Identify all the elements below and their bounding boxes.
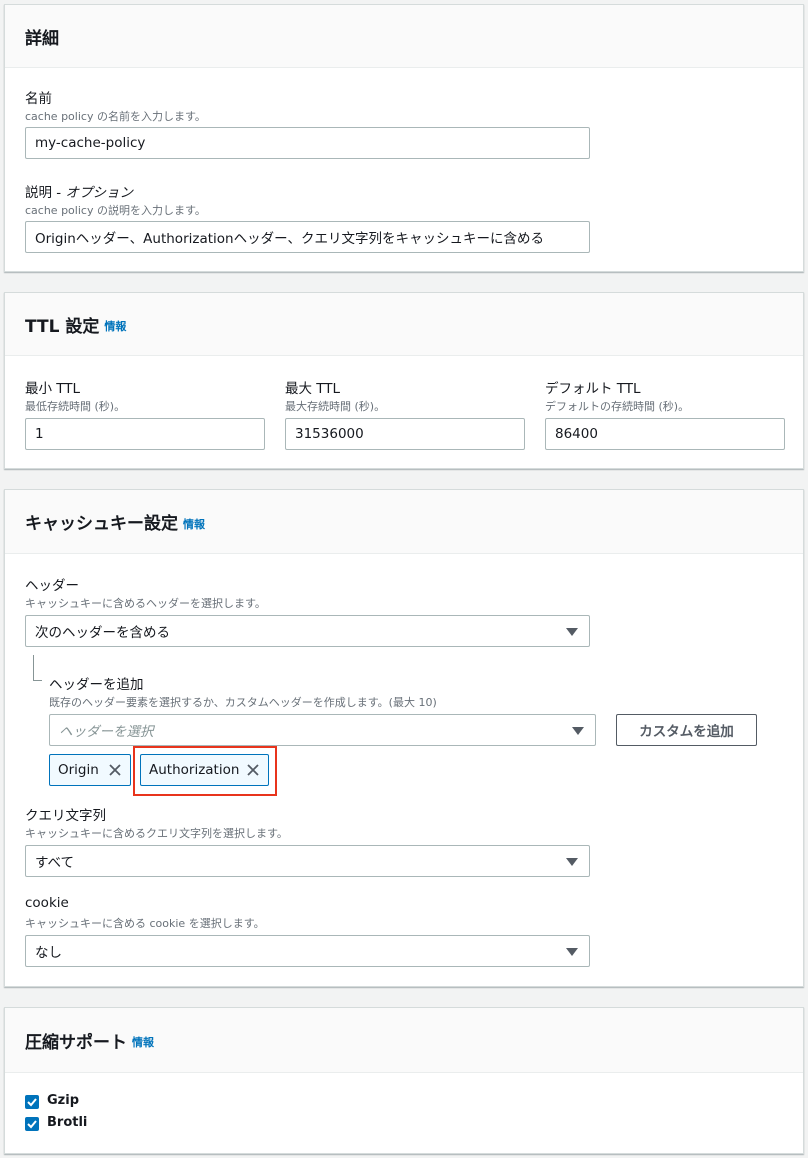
default-ttl-value: 86400 <box>555 426 598 442</box>
description-label-main: 説明 - <box>25 185 66 201</box>
compression-info-link[interactable]: 情報 <box>132 1034 154 1050</box>
name-description: cache policy の名前を入力します。 <box>25 110 206 123</box>
headers-label: ヘッダー <box>25 578 79 594</box>
cookie-select[interactable]: なし <box>25 935 590 967</box>
checkmark-icon <box>27 1120 37 1129</box>
compression-title: 圧縮サポート <box>25 1032 127 1053</box>
description-input[interactable]: Originヘッダー、Authorizationヘッダー、クエリ文字列をキャッシ… <box>25 221 590 253</box>
brotli-checkbox[interactable] <box>25 1117 39 1131</box>
query-string-label: クエリ文字列 <box>25 808 106 824</box>
tree-connector-horizontal <box>33 680 42 681</box>
query-string-value: すべて <box>35 855 75 871</box>
max-ttl-label: 最大 TTL <box>285 381 341 397</box>
description-label-optional: オプション <box>65 185 133 201</box>
brotli-label: Brotli <box>47 1115 88 1130</box>
details-title: 詳細 <box>25 28 59 49</box>
add-custom-button[interactable]: カスタムを追加 <box>616 714 757 746</box>
ttl-panel: TTL 設定 情報 最小 TTL 最低存続時間 (秒)。 1 最大 TTL 最大… <box>4 292 804 469</box>
cache-key-panel: キャッシュキー設定 情報 ヘッダー キャッシュキーに含めるヘッダーを選択します。… <box>4 489 804 987</box>
cookie-label: cookie <box>25 895 69 911</box>
max-ttl-description: 最大存続時間 (秒)。 <box>285 400 386 413</box>
checkmark-icon <box>27 1098 37 1107</box>
chevron-down-icon <box>566 948 578 956</box>
close-icon[interactable] <box>108 763 122 777</box>
header-token-label: Origin <box>58 762 99 778</box>
tree-connector-vertical <box>33 655 34 680</box>
details-panel: 詳細 名前 cache policy の名前を入力します。 my-cache-p… <box>4 4 804 272</box>
default-ttl-label: デフォルト TTL <box>545 381 641 397</box>
description-input-value: Originヘッダー、Authorizationヘッダー、クエリ文字列をキャッシ… <box>35 231 544 247</box>
header-token-origin: Origin <box>49 754 131 786</box>
details-header: 詳細 <box>5 5 803 68</box>
query-string-select[interactable]: すべて <box>25 845 590 877</box>
query-string-description: キャッシュキーに含めるクエリ文字列を選択します。 <box>25 827 288 840</box>
max-ttl-value: 31536000 <box>295 426 364 442</box>
min-ttl-input[interactable]: 1 <box>25 418 265 450</box>
min-ttl-description: 最低存続時間 (秒)。 <box>25 400 126 413</box>
ttl-info-link[interactable]: 情報 <box>104 318 126 334</box>
name-input[interactable]: my-cache-policy <box>25 127 590 159</box>
name-input-value: my-cache-policy <box>35 135 146 151</box>
cache-key-header: キャッシュキー設定 情報 <box>5 490 803 554</box>
default-ttl-description: デフォルトの存続時間 (秒)。 <box>545 400 690 413</box>
chevron-down-icon <box>566 628 578 636</box>
add-header-label: ヘッダーを追加 <box>49 677 144 693</box>
gzip-checkbox[interactable] <box>25 1095 39 1109</box>
compression-header: 圧縮サポート 情報 <box>5 1008 803 1073</box>
name-label: 名前 <box>25 91 52 107</box>
chevron-down-icon <box>566 858 578 866</box>
max-ttl-input[interactable]: 31536000 <box>285 418 525 450</box>
chevron-down-icon <box>572 727 584 735</box>
gzip-label: Gzip <box>47 1093 79 1108</box>
headers-select[interactable]: 次のヘッダーを含める <box>25 615 590 647</box>
highlight-box <box>133 746 277 796</box>
cookie-value: なし <box>35 945 62 961</box>
description-description: cache policy の説明を入力します。 <box>25 204 206 217</box>
headers-description: キャッシュキーに含めるヘッダーを選択します。 <box>25 597 266 610</box>
cache-key-info-link[interactable]: 情報 <box>183 516 205 532</box>
headers-select-value: 次のヘッダーを含める <box>35 625 170 641</box>
cookie-description: キャッシュキーに含める cookie を選択します。 <box>25 917 265 930</box>
ttl-title: TTL 設定 <box>25 316 100 337</box>
min-ttl-value: 1 <box>35 426 44 442</box>
description-label: 説明 - オプション <box>25 181 133 201</box>
add-header-description: 既存のヘッダー要素を選択するか、カスタムヘッダーを作成します。(最大 10) <box>49 696 437 709</box>
ttl-header: TTL 設定 情報 <box>5 293 803 356</box>
cache-key-title: キャッシュキー設定 <box>25 514 178 534</box>
compression-panel: 圧縮サポート 情報 Gzip Brotli <box>4 1007 804 1154</box>
header-select[interactable]: ヘッダーを選択 <box>49 714 596 746</box>
header-select-placeholder: ヘッダーを選択 <box>59 724 154 740</box>
min-ttl-label: 最小 TTL <box>25 381 81 397</box>
default-ttl-input[interactable]: 86400 <box>545 418 785 450</box>
